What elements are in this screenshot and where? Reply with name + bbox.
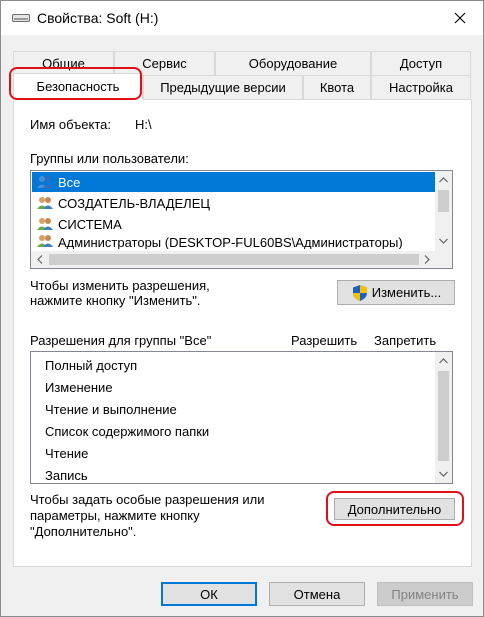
security-tab-highlight bbox=[9, 67, 142, 100]
change-button-label: Изменить... bbox=[371, 285, 442, 300]
permission-row: Запись bbox=[45, 467, 88, 483]
apply-button[interactable]: Применить bbox=[377, 582, 473, 606]
groups-horizontal-scrollbar[interactable] bbox=[31, 251, 435, 268]
scroll-thumb[interactable] bbox=[438, 371, 449, 461]
object-name-label: Имя объекта: bbox=[30, 117, 112, 132]
security-panel: Имя объекта: H:\ Группы или пользователи… bbox=[13, 99, 472, 567]
permission-row: Чтение и выполнение bbox=[45, 401, 177, 417]
permission-row: Изменение bbox=[45, 379, 113, 395]
groups-list[interactable]: Все СОЗДАТЕЛЬ-ВЛАДЕЛЕЦ СИСТЕМА Администр… bbox=[30, 170, 453, 269]
ok-button[interactable]: ОК bbox=[161, 582, 257, 606]
users-icon bbox=[37, 235, 53, 247]
scroll-thumb[interactable] bbox=[49, 254, 419, 265]
allow-column-header: Разрешить bbox=[291, 333, 358, 348]
scroll-thumb[interactable] bbox=[438, 190, 449, 212]
group-name: Администраторы (DESKTOP-FUL60BS\Админист… bbox=[58, 235, 403, 249]
scroll-down-button[interactable] bbox=[435, 232, 452, 249]
permission-row: Список содержимого папки bbox=[45, 423, 210, 439]
tab-quota[interactable]: Квота bbox=[303, 75, 371, 99]
object-name-value: H:\ bbox=[135, 117, 152, 132]
group-name: СИСТЕМА bbox=[58, 216, 122, 232]
title-bar: Свойства: Soft (H:) bbox=[1, 1, 483, 35]
drive-icon bbox=[12, 14, 30, 22]
scroll-down-button[interactable] bbox=[435, 465, 452, 482]
list-item-system[interactable]: СИСТЕМА bbox=[32, 214, 435, 234]
advanced-button-highlight bbox=[326, 491, 464, 526]
chevron-down-icon bbox=[439, 471, 448, 477]
scroll-right-button[interactable] bbox=[418, 251, 435, 268]
permissions-label: Разрешения для группы "Все" bbox=[30, 333, 212, 348]
scroll-up-button[interactable] bbox=[435, 171, 452, 188]
scrollbar-corner bbox=[435, 251, 452, 268]
groups-label: Группы или пользователи: bbox=[30, 151, 189, 166]
advanced-hint: Чтобы задать особые разрешения или парам… bbox=[30, 492, 265, 539]
properties-window: Свойства: Soft (H:) Общие Сервис Оборудо… bbox=[0, 0, 484, 617]
cancel-button[interactable]: Отмена bbox=[269, 582, 365, 606]
shield-icon bbox=[352, 284, 367, 301]
tab-previous-versions[interactable]: Предыдущие версии bbox=[143, 75, 303, 99]
list-item-creator-owner[interactable]: СОЗДАТЕЛЬ-ВЛАДЕЛЕЦ bbox=[32, 193, 435, 213]
list-item-administrators[interactable]: Администраторы (DESKTOP-FUL60BS\Админист… bbox=[32, 233, 435, 249]
permission-row: Чтение bbox=[45, 445, 89, 461]
users-icon bbox=[37, 218, 53, 230]
users-icon bbox=[37, 197, 53, 209]
permissions-list[interactable]: Полный доступ Изменение Чтение и выполне… bbox=[30, 351, 453, 484]
tab-sharing[interactable]: Доступ bbox=[371, 51, 471, 75]
groups-vertical-scrollbar[interactable] bbox=[435, 171, 452, 251]
users-icon bbox=[37, 176, 53, 188]
change-button[interactable]: Изменить... bbox=[337, 280, 455, 305]
permissions-vertical-scrollbar[interactable] bbox=[435, 352, 452, 483]
chevron-up-icon bbox=[439, 357, 448, 363]
deny-column-header: Запретить bbox=[374, 333, 437, 348]
scroll-up-button[interactable] bbox=[435, 352, 452, 369]
close-icon bbox=[454, 12, 466, 24]
group-name: СОЗДАТЕЛЬ-ВЛАДЕЛЕЦ bbox=[58, 195, 210, 211]
chevron-right-icon bbox=[424, 255, 430, 264]
close-button[interactable] bbox=[443, 5, 477, 31]
tab-customize[interactable]: Настройка bbox=[371, 75, 471, 99]
permission-row: Полный доступ bbox=[45, 357, 138, 373]
change-hint: Чтобы изменить разрешения, нажмите кнопк… bbox=[30, 278, 210, 308]
chevron-left-icon bbox=[36, 255, 42, 264]
chevron-up-icon bbox=[439, 176, 448, 182]
window-title: Свойства: Soft (H:) bbox=[37, 10, 159, 26]
list-item-everyone[interactable]: Все bbox=[32, 172, 435, 192]
chevron-down-icon bbox=[439, 238, 448, 244]
group-name: Все bbox=[58, 174, 81, 190]
tab-hardware[interactable]: Оборудование bbox=[215, 51, 371, 75]
scroll-left-button[interactable] bbox=[31, 251, 48, 268]
